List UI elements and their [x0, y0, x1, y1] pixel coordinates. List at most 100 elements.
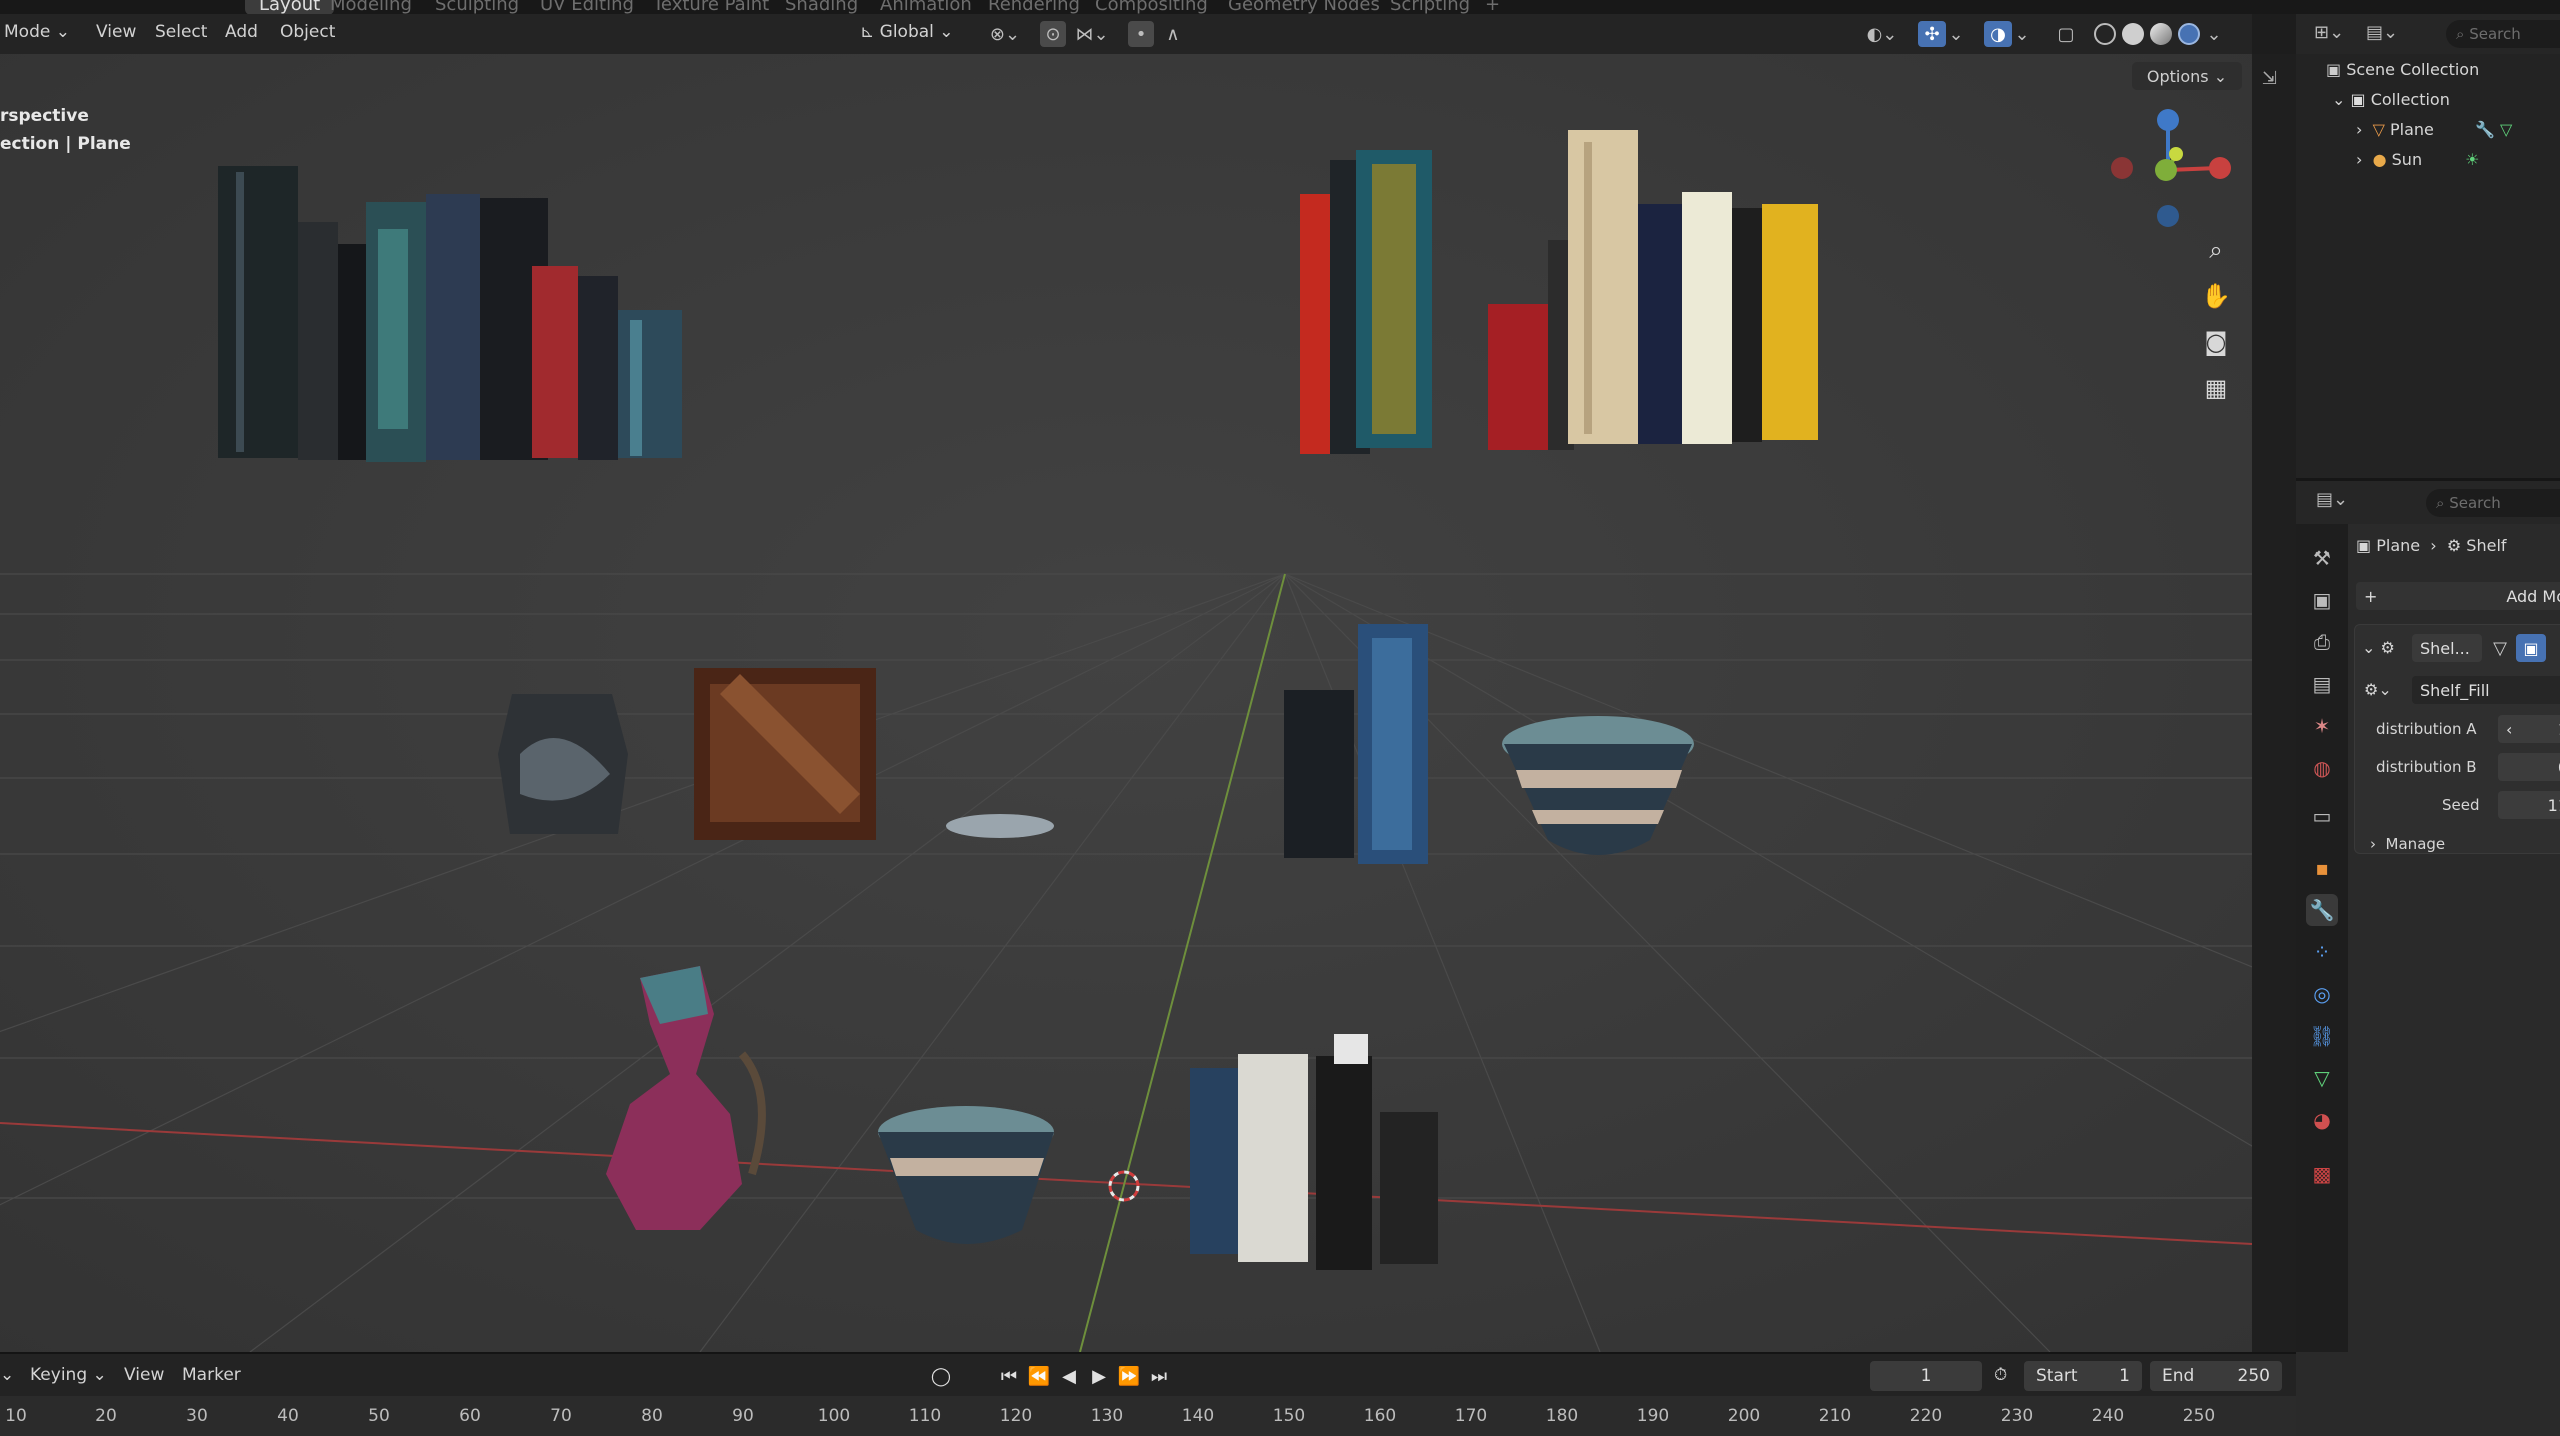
menu-marker[interactable]: Marker [182, 1365, 241, 1385]
render-tab-icon[interactable]: ▣ [2306, 584, 2338, 616]
gizmo-x-axis[interactable] [2209, 157, 2231, 179]
pivot-point-icon[interactable]: ⊗⌄ [985, 21, 1025, 47]
menu-object[interactable]: Object [280, 22, 335, 42]
orientation-selector[interactable]: ⊾ Global ⌄ [860, 22, 954, 42]
gizmo-y-axis[interactable] [2155, 159, 2177, 181]
output-tab-icon[interactable]: ⎙ [2306, 626, 2338, 658]
editor-type-icon[interactable]: ▤⌄ [2316, 489, 2348, 510]
gizmo-neg-x-axis[interactable] [2111, 157, 2133, 179]
tab-shading[interactable]: Shading [785, 0, 858, 14]
tab-compositing[interactable]: Compositing [1095, 0, 1208, 14]
area-split-icon[interactable]: ⇲ [2262, 68, 2277, 89]
input-distribution-a[interactable]: ‹1 [2498, 715, 2560, 743]
manage-subpanel[interactable]: › Manage [2370, 835, 2445, 853]
chevron-down-icon[interactable]: ⌄ [2204, 21, 2224, 47]
viewport-display-toggle-icon[interactable]: ▣ [2516, 634, 2546, 662]
display-mode-icon[interactable]: ⊞⌄ [2314, 22, 2344, 43]
mesh-data-icon[interactable]: ▽ [2500, 120, 2512, 139]
constraints-tab-icon[interactable]: ⛓ [2306, 1020, 2338, 1052]
node-group-selector[interactable]: ⚙⌄ [2364, 680, 2392, 699]
tab-layout[interactable]: Layout [245, 0, 335, 14]
overlay-toggle-icon[interactable]: ◑ [1984, 21, 2012, 47]
tab-animation[interactable]: Animation [880, 0, 972, 14]
menu-timeline-view[interactable]: View [124, 1365, 164, 1385]
xray-toggle-icon[interactable]: ▢ [2052, 21, 2080, 47]
next-keyframe-icon[interactable]: ⏩ [1116, 1363, 1142, 1389]
start-frame-field[interactable]: Start 1 [2024, 1361, 2142, 1391]
mode-selector[interactable]: Mode ⌄ [4, 22, 70, 42]
scene-tab-icon[interactable]: ✶ [2306, 710, 2338, 742]
options-button[interactable]: Options ⌄ [2132, 62, 2242, 90]
modifier-tab-icon[interactable]: 🔧 [2306, 894, 2338, 926]
material-preview-icon[interactable] [2150, 23, 2172, 45]
snap-toggle-icon[interactable]: ⊙ [1040, 21, 1066, 47]
world-tab-icon[interactable]: ◍ [2306, 752, 2338, 784]
jump-end-icon[interactable]: ⏭ [1146, 1363, 1172, 1389]
scene-collection-row[interactable]: ▣ Scene Collection [2326, 60, 2479, 79]
current-frame-field[interactable]: 1 [1870, 1361, 1982, 1391]
vase-black[interactable] [498, 694, 628, 834]
picture-frame[interactable] [694, 668, 876, 840]
falloff-icon[interactable]: ∧ [1160, 21, 1186, 47]
solid-shading-icon[interactable] [2122, 23, 2144, 45]
physics-tab-icon[interactable]: ◎ [2306, 978, 2338, 1010]
prev-keyframe-icon[interactable]: ⏪ [1026, 1363, 1052, 1389]
outliner-item-sun[interactable]: › ● Sun ☀ [2356, 150, 2480, 169]
editor-type-chevron-icon[interactable]: ⌄ [0, 1365, 14, 1385]
pan-hand-icon[interactable]: ✋ [2196, 276, 2236, 316]
outliner-search-input[interactable]: ⌕ Search [2446, 20, 2560, 48]
view-layer-tab-icon[interactable]: ▤ [2306, 668, 2338, 700]
menu-add[interactable]: Add [225, 22, 258, 42]
gizmo-toggle-icon[interactable]: ✣ [1918, 21, 1946, 47]
modifier-wrench-icon[interactable]: 🔧 [2475, 120, 2495, 139]
tab-geometry-nodes[interactable]: Geometry Nodes [1228, 0, 1380, 14]
modifier-panel-header[interactable]: ⌄ ⚙ [2362, 638, 2395, 657]
camera-view-icon[interactable]: ◙ [2196, 322, 2236, 362]
properties-search-input[interactable]: ⌕ Search [2426, 489, 2560, 517]
rendered-shading-icon[interactable] [2178, 23, 2200, 45]
timeline-ruler[interactable]: 10 20 30 40 50 60 70 80 90 100 110 120 1… [0, 1396, 2296, 1436]
zoom-icon[interactable]: ⌕ [2196, 230, 2236, 270]
chevron-down-icon[interactable]: ⌄ [2012, 21, 2032, 47]
wireframe-shading-icon[interactable] [2094, 23, 2116, 45]
add-workspace-button[interactable]: + [1485, 0, 1500, 14]
object-tab-icon[interactable]: ▪ [2306, 852, 2338, 884]
visibility-icon[interactable]: ◐⌄ [1862, 21, 1902, 47]
tab-rendering[interactable]: Rendering [988, 0, 1080, 14]
plate[interactable] [946, 814, 1054, 838]
node-group-field[interactable]: Shelf_Fill [2412, 676, 2560, 704]
add-modifier-button[interactable]: + Add Mo [2356, 582, 2560, 610]
material-tab-icon[interactable]: ◕ [2306, 1104, 2338, 1136]
end-frame-field[interactable]: End 250 [2150, 1361, 2282, 1391]
3d-viewport[interactable]: rspective ection | Plane Options ⌄ ⌕ ✋ ◙… [0, 54, 2252, 1352]
tab-scripting[interactable]: Scripting [1390, 0, 1470, 14]
filter-icon[interactable]: ▤⌄ [2366, 22, 2398, 43]
decrement-icon[interactable]: ‹ [2506, 720, 2512, 739]
chevron-down-icon[interactable]: ⌄ [1946, 21, 1966, 47]
outliner-item-plane[interactable]: › ▽ Plane 🔧 ▽ [2356, 120, 2512, 139]
play-reverse-icon[interactable]: ◀ [1056, 1363, 1082, 1389]
tab-uv-editing[interactable]: UV Editing [540, 0, 634, 14]
clock-icon[interactable]: ⏱ [1994, 1365, 2007, 1385]
snap-target-icon[interactable]: ⋈⌄ [1070, 21, 1114, 47]
tab-modeling[interactable]: Modeling [330, 0, 412, 14]
gizmo-neg-z-axis[interactable] [2157, 205, 2179, 227]
input-distribution-b[interactable]: 0 [2498, 753, 2560, 781]
edit-mode-toggle-icon[interactable]: ▽ [2486, 634, 2514, 662]
input-seed[interactable]: 11 [2498, 791, 2560, 819]
texture-tab-icon[interactable]: ▩ [2306, 1158, 2338, 1190]
collection-tab-icon[interactable]: ▭ [2306, 800, 2338, 832]
proportional-edit-icon[interactable]: • [1128, 21, 1154, 47]
modifier-name-field[interactable]: Shel... [2412, 634, 2482, 662]
collection-row[interactable]: ⌄ ▣ Collection [2332, 90, 2450, 109]
data-tab-icon[interactable]: ▽ [2306, 1062, 2338, 1094]
jump-start-icon[interactable]: ⏮ [996, 1363, 1022, 1389]
tab-texture-paint[interactable]: Texture Paint [653, 0, 769, 14]
tool-tab-icon[interactable]: ⚒ [2306, 542, 2338, 574]
viewport-scene[interactable] [0, 54, 2252, 1352]
menu-keying[interactable]: Keying ⌄ [30, 1365, 107, 1385]
tab-sculpting[interactable]: Sculpting [435, 0, 519, 14]
gizmo-neg-y-axis[interactable] [2169, 147, 2183, 161]
record-icon[interactable]: ◯ [928, 1363, 954, 1389]
sun-data-icon[interactable]: ☀ [2465, 150, 2479, 169]
